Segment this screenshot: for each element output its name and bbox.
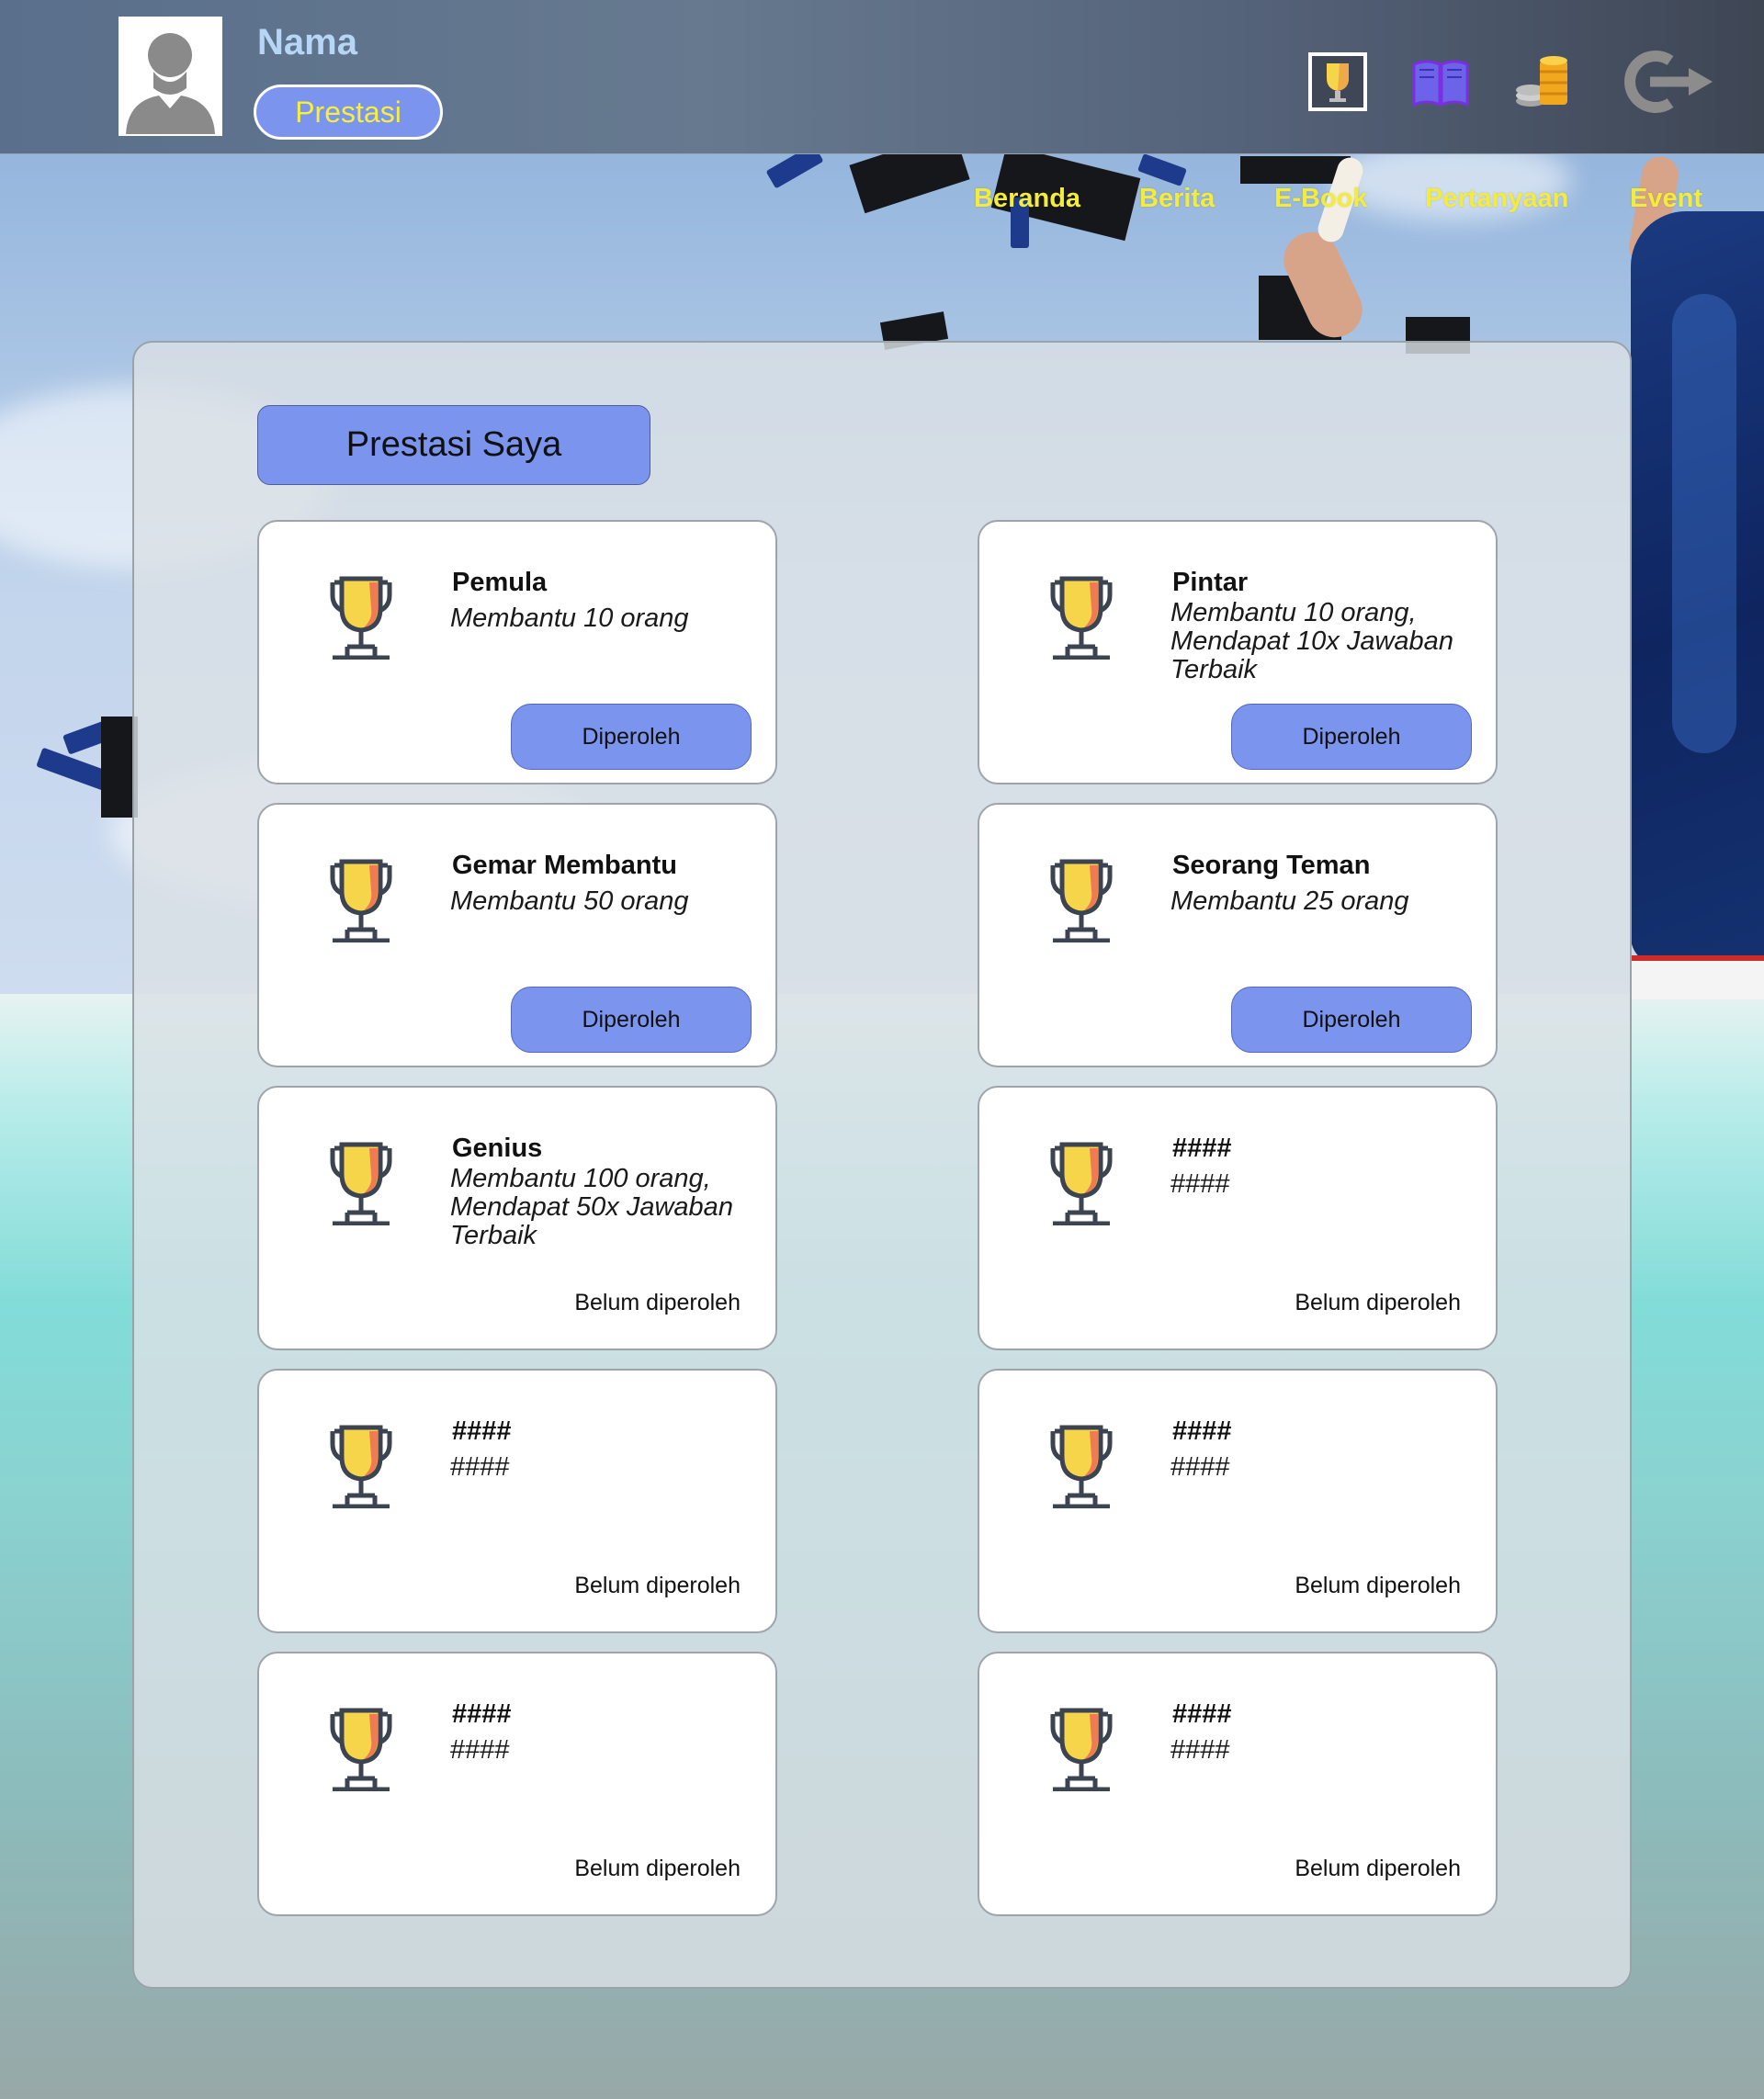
achievement-card: #### #### Belum diperoleh — [978, 1652, 1498, 1916]
achievement-desc: Membantu 25 orang — [1170, 886, 1409, 916]
achievement-card: Pintar Membantu 10 orang, Mendapat 10x J… — [978, 520, 1498, 784]
achievement-title: #### — [452, 1416, 512, 1446]
top-header: Nama Prestasi — [0, 0, 1764, 154]
achievement-title: Gemar Membantu — [452, 851, 677, 880]
status-label: Belum diperoleh — [1295, 1573, 1461, 1598]
status-button[interactable]: Diperoleh — [1231, 704, 1472, 770]
trophy-icon — [1047, 1707, 1115, 1791]
trophy-icon — [1047, 575, 1115, 660]
achievement-card: Gemar Membantu Membantu 50 orang Diperol… — [257, 803, 777, 1067]
status-button[interactable]: Diperoleh — [511, 987, 752, 1053]
achievement-desc: Membantu 10 orang — [450, 604, 689, 633]
achievement-desc: #### — [1170, 1452, 1230, 1482]
trophy-icon — [327, 1424, 395, 1508]
status-button[interactable]: Diperoleh — [1231, 987, 1472, 1053]
achievement-title: Seorang Teman — [1172, 851, 1371, 880]
achievement-title: #### — [1172, 1134, 1232, 1163]
achievement-card: Pemula Membantu 10 orang Diperoleh — [257, 520, 777, 784]
nav-pertanyaan[interactable]: Pertanyaan — [1425, 184, 1568, 214]
user-name: Nama — [257, 22, 357, 62]
achievement-desc: #### — [450, 1735, 510, 1765]
achievement-card: #### #### Belum diperoleh — [978, 1086, 1498, 1350]
status-label: Belum diperoleh — [574, 1290, 741, 1315]
achievement-desc: Membantu 10 orang, Mendapat 10x Jawaban … — [1170, 598, 1453, 684]
user-silhouette-icon — [126, 33, 215, 134]
achievement-card: #### #### Belum diperoleh — [257, 1652, 777, 1916]
graduate-robe — [1672, 294, 1736, 753]
achievement-title: #### — [1172, 1416, 1232, 1446]
avatar[interactable] — [119, 17, 222, 136]
achievement-card: Genius Membantu 100 orang, Mendapat 50x … — [257, 1086, 777, 1350]
trophy-icon[interactable] — [1306, 51, 1369, 117]
achievement-title: Pemula — [452, 568, 548, 597]
nav-ebook[interactable]: E-Book — [1274, 184, 1368, 214]
nav-beranda[interactable]: Beranda — [974, 184, 1080, 214]
status-label: Belum diperoleh — [574, 1856, 741, 1881]
nav-berita[interactable]: Berita — [1139, 184, 1215, 214]
achievement-desc: Membantu 50 orang — [450, 886, 689, 916]
achievement-title: Genius — [452, 1134, 543, 1163]
rank-badge[interactable]: Prestasi — [254, 85, 443, 140]
achievement-card: #### #### Belum diperoleh — [978, 1369, 1498, 1633]
achievement-card: #### #### Belum diperoleh — [257, 1369, 777, 1633]
panel-title-text: Prestasi Saya — [345, 425, 562, 464]
status-label: Belum diperoleh — [1295, 1290, 1461, 1315]
nav-event[interactable]: Event — [1630, 184, 1702, 214]
stage — [1631, 955, 1764, 999]
status-label: Belum diperoleh — [1295, 1856, 1461, 1881]
trophy-icon — [327, 1707, 395, 1791]
achievement-title: #### — [1172, 1699, 1232, 1729]
panel-title: Prestasi Saya — [257, 405, 650, 485]
trophy-icon — [1047, 1141, 1115, 1225]
trophy-icon — [327, 575, 395, 660]
status-button[interactable]: Diperoleh — [511, 704, 752, 770]
achievement-title: #### — [452, 1699, 512, 1729]
achievement-card: Seorang Teman Membantu 25 orang Diperole… — [978, 803, 1498, 1067]
coins-icon[interactable] — [1514, 53, 1573, 116]
trophy-icon — [1047, 858, 1115, 942]
trophy-icon — [327, 858, 395, 942]
achievement-title: Pintar — [1172, 568, 1249, 597]
achievement-desc: #### — [1170, 1735, 1230, 1765]
trophy-icon — [327, 1141, 395, 1225]
logout-icon[interactable] — [1623, 48, 1718, 119]
achievement-desc: #### — [450, 1452, 510, 1482]
achievement-desc: Membantu 100 orang, Mendapat 50x Jawaban… — [450, 1164, 733, 1250]
status-label: Belum diperoleh — [574, 1573, 741, 1598]
book-icon[interactable] — [1410, 55, 1471, 114]
achievement-desc: #### — [1170, 1169, 1230, 1199]
trophy-icon — [1047, 1424, 1115, 1508]
